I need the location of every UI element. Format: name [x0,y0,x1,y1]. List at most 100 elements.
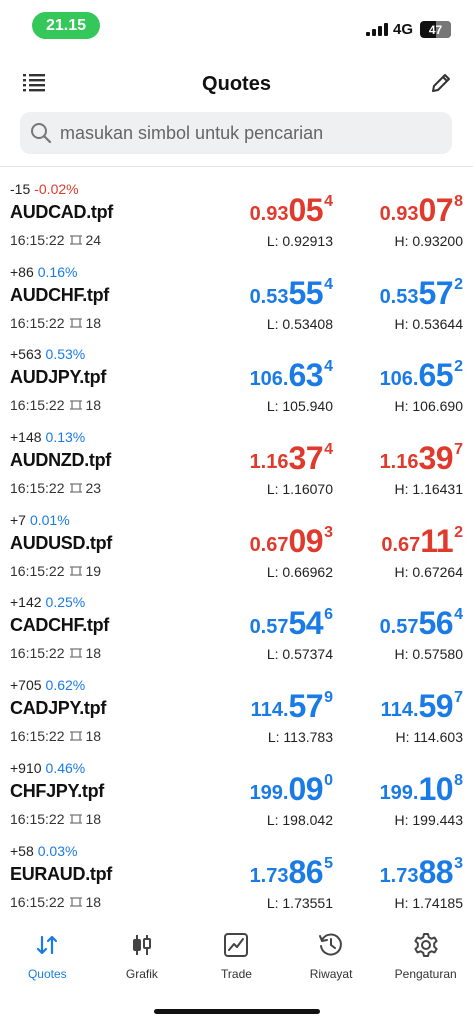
symbol-name: CADJPY.tpf [10,698,107,719]
ask-price-pips: 07 [418,192,454,228]
high-price: H: 1.74185 [394,894,464,911]
high-price: H: 199.443 [394,811,464,828]
quote-meta: 16:15:22 19 [10,563,101,579]
ask-price-prefix: 199. [379,781,419,804]
tab-quotes[interactable]: Quotes [0,925,95,995]
bid-price-pips: 37 [288,440,324,477]
change-line: +142 0.25% [10,594,85,610]
spread-icon [69,318,82,328]
page-title: Quotes [202,73,271,95]
low-price: L: 113.783 [267,729,333,746]
quote-row[interactable]: -15 -0.02% AUDCAD.tpf 16:15:22 24 0.93 05 4 0.93… [0,172,473,255]
bid-price[interactable]: 0.57 54 6 [249,603,333,641]
ask-price-prefix: 106. [379,368,419,391]
change-points: +86 [10,263,34,280]
ask-price[interactable]: 0.67 11 2 [381,521,463,559]
ask-price[interactable]: 1.73 88 3 [380,852,463,890]
bid-price-pips: 86 [288,853,324,890]
quote-meta: 16:15:22 18 [10,894,101,910]
symbol-name: CADCHF.tpf [10,615,109,636]
change-line: +7 0.01% [10,512,70,528]
quote-meta: 16:15:22 18 [10,397,101,413]
ask-price-pips: 65 [418,357,454,394]
low-price: L: 1.16070 [266,481,333,498]
tab-pengaturan[interactable]: Pengaturan [378,925,473,995]
quote-row[interactable]: +910 0.46% CHFJPY.tpf 16:15:22 18 199. 09 0 199.… [0,751,473,834]
ask-price[interactable]: 106. 65 2 [379,355,463,393]
ask-price-prefix: 114. [380,699,419,722]
bid-price-prefix: 0.53 [249,285,289,308]
quote-row[interactable]: +86 0.16% AUDCHF.tpf 16:15:22 18 0.53 55 4 0.53 5… [0,255,473,338]
tab-grafik[interactable]: Grafik [95,925,190,995]
ask-price[interactable]: 114. 59 7 [380,686,463,724]
quote-meta: 16:15:22 18 [10,645,101,661]
low-price: L: 0.57374 [266,646,333,663]
ask-price-pips: 59 [418,688,454,725]
high-price: H: 0.93200 [394,233,464,249]
bid-price-fraction: 4 [324,441,333,459]
tab-trade[interactable]: Trade [189,925,284,995]
change-points: +142 [10,594,42,611]
bid-price-prefix: 199. [249,781,289,804]
bid-price[interactable]: 0.67 09 3 [250,521,333,559]
quote-row[interactable]: +148 0.13% AUDNZD.tpf 16:15:22 23 1.16 37 4 1.16… [0,420,473,503]
quote-row[interactable]: +705 0.62% CADJPY.tpf 16:15:22 18 114. 57 9 114.… [0,668,473,751]
ask-price[interactable]: 0.93 07 8 [380,190,463,228]
gear-icon [414,933,438,957]
symbol-name: CHFJPY.tpf [10,780,105,801]
bid-price[interactable]: 0.93 05 4 [250,190,333,228]
bid-price-pips: 63 [288,357,324,394]
quote-row[interactable]: +563 0.53% AUDJPY.tpf 16:15:22 18 106. 63 4 106.… [0,337,473,420]
ask-price[interactable]: 199. 10 8 [379,769,463,807]
ask-price-fraction: 2 [454,275,463,293]
pencil-icon[interactable] [429,71,453,95]
bid-price-prefix: 0.57 [249,616,289,639]
spread-value: 18 [85,397,102,414]
bid-price-fraction: 3 [324,523,333,541]
change-percent: 0.01% [29,511,70,528]
tab-label: Pengaturan [394,967,457,981]
bid-price[interactable]: 1.73 86 5 [250,852,333,890]
quote-meta: 16:15:22 18 [10,728,101,744]
bid-price-pips: 09 [288,522,324,559]
tab-label: Trade [221,967,252,981]
bid-price-prefix: 106. [249,368,289,391]
tab-riwayat[interactable]: Riwayat [284,925,379,995]
quote-time: 16:15:22 [10,645,65,662]
bid-price-fraction: 4 [324,193,333,210]
bid-price-fraction: 4 [324,275,333,293]
change-line: -15 -0.02% [10,181,79,197]
change-points: -15 [10,181,31,197]
spread-value: 18 [85,645,102,662]
bid-price[interactable]: 114. 57 9 [251,686,333,724]
bid-price[interactable]: 199. 09 0 [249,769,333,807]
home-indicator [154,1009,320,1014]
bid-price[interactable]: 106. 63 4 [249,355,333,393]
spread-value: 19 [85,562,102,579]
bid-price-fraction: 6 [324,606,333,624]
ask-price-pips: 10 [418,770,454,807]
bid-price-pips: 54 [288,605,324,642]
change-percent: 0.62% [45,677,86,694]
quote-row[interactable]: +58 0.03% EURAUD.tpf 16:15:22 18 1.73 86 5 1.73 8… [0,834,473,917]
spread-icon [69,648,82,659]
bid-price-pips: 05 [288,192,324,228]
change-line: +86 0.16% [10,264,77,280]
quote-row[interactable]: +142 0.25% CADCHF.tpf 16:15:22 18 0.57 54 6 0.57… [0,585,473,668]
ask-price-prefix: 0.53 [379,285,419,308]
search-input[interactable] [60,122,440,144]
ask-price[interactable]: 1.16 39 7 [380,438,463,476]
high-price: H: 106.690 [394,398,464,415]
quote-row[interactable]: +7 0.01% AUDUSD.tpf 16:15:22 19 0.67 09 3 0.67 11… [0,503,473,586]
ask-price-fraction: 8 [454,193,463,210]
ask-price[interactable]: 0.53 57 2 [379,273,463,311]
search-bar[interactable] [20,112,452,154]
quotes-list: -15 -0.02% AUDCAD.tpf 16:15:22 24 0.93 05 4 0.93… [0,172,473,916]
ask-price[interactable]: 0.57 56 4 [380,603,463,641]
status-bar: 21.15 4G 47 [0,0,473,50]
change-percent: 0.46% [45,759,86,776]
change-line: +148 0.13% [10,429,85,445]
bid-price[interactable]: 0.53 55 4 [249,273,333,311]
bid-price[interactable]: 1.16 37 4 [250,438,333,476]
bid-price-pips: 57 [288,688,324,725]
